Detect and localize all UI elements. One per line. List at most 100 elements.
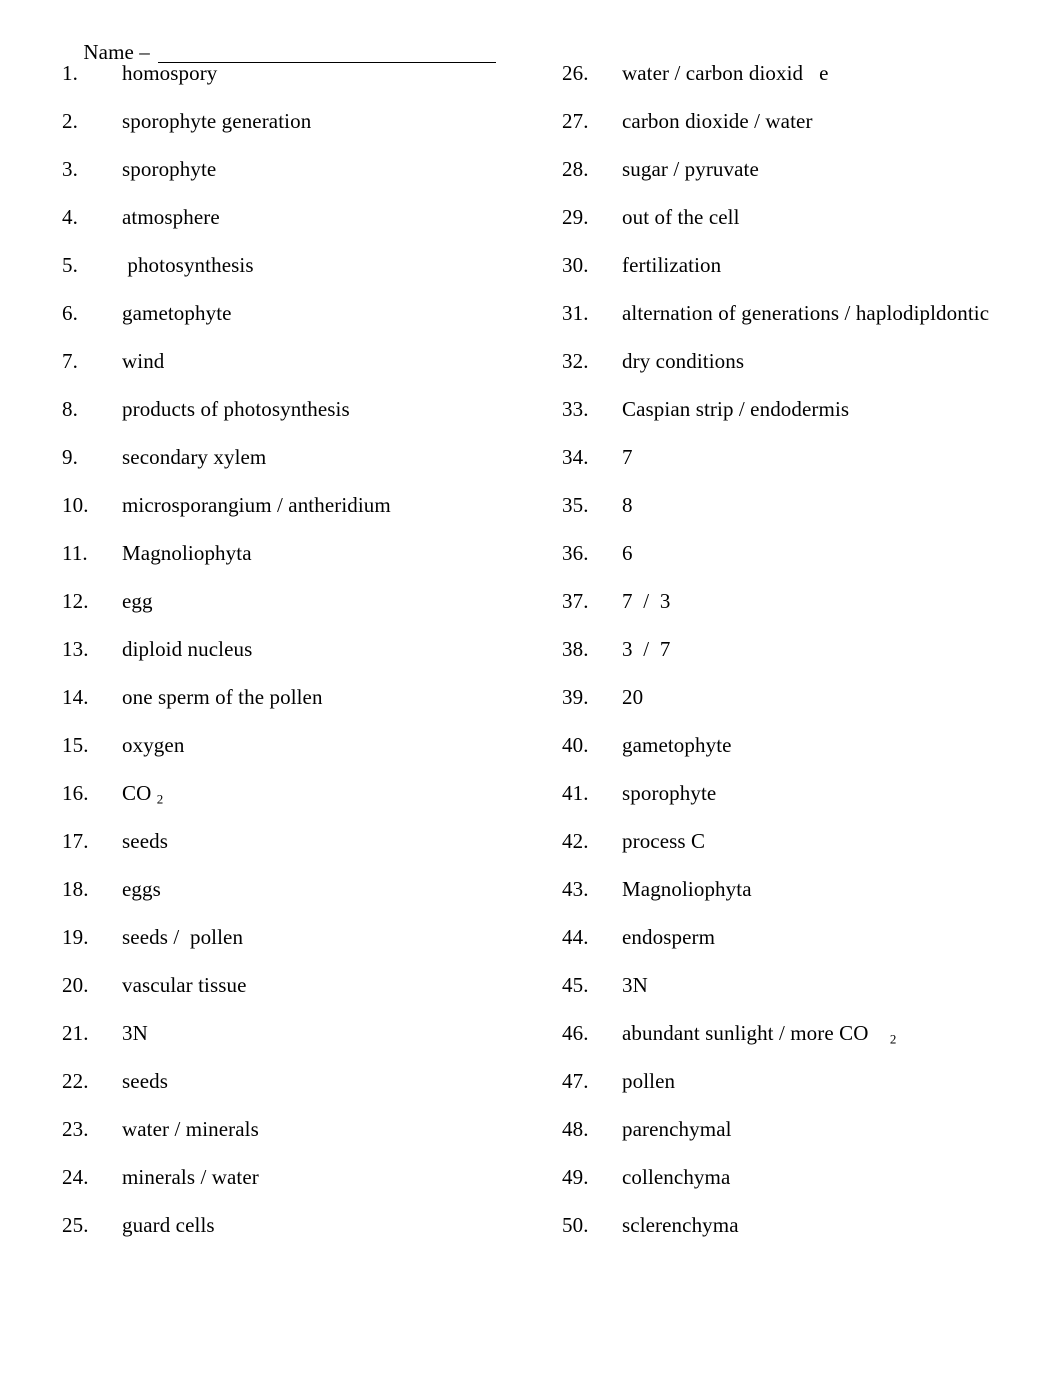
answer-text: guard cells bbox=[122, 1213, 215, 1237]
answer-number: 20. bbox=[62, 973, 89, 997]
answer-row: 18. eggs bbox=[62, 874, 532, 922]
answer-row: 26. water / carbon dioxid e bbox=[562, 58, 1042, 106]
answer-text: sclerenchyma bbox=[622, 1213, 739, 1237]
answer-number: 7. bbox=[62, 349, 78, 373]
answer-number: 8. bbox=[62, 397, 78, 421]
answer-row: 1. homospory bbox=[62, 58, 532, 106]
answer-text: alternation of generations / haplodipldo… bbox=[622, 301, 990, 325]
answer-text: 3 / 7 bbox=[622, 637, 671, 661]
answer-text: photosynthesis bbox=[122, 253, 254, 277]
answer-number: 49. bbox=[562, 1165, 589, 1189]
answer-row: 45. 3N bbox=[562, 970, 1042, 1018]
answer-text: CO 2 bbox=[122, 781, 164, 807]
answer-number: 11. bbox=[62, 541, 88, 565]
answer-number: 43. bbox=[562, 877, 589, 901]
answer-text: pollen bbox=[622, 1069, 676, 1093]
answer-number: 35. bbox=[562, 493, 589, 517]
answer-row: 4. atmosphere bbox=[62, 202, 532, 250]
answer-row: 23. water / minerals bbox=[62, 1114, 532, 1162]
answer-number: 26. bbox=[562, 61, 589, 85]
answer-row: 34. 7 bbox=[562, 442, 1042, 490]
answer-row: 33. Caspian strip / endodermis bbox=[562, 394, 1042, 442]
answer-text: water / minerals bbox=[122, 1117, 259, 1141]
subscript: 2 bbox=[889, 1031, 897, 1047]
answer-number: 34. bbox=[562, 445, 589, 469]
answer-number: 13. bbox=[62, 637, 89, 661]
answer-text: secondary xylem bbox=[122, 445, 267, 469]
answer-row: 24. minerals / water bbox=[62, 1162, 532, 1210]
answer-number: 29. bbox=[562, 205, 589, 229]
answer-row: 40. gametophyte bbox=[562, 730, 1042, 778]
answer-text: seeds bbox=[122, 1069, 168, 1093]
answer-number: 22. bbox=[62, 1069, 89, 1093]
answer-text: out of the cell bbox=[622, 205, 740, 229]
answer-number: 17. bbox=[62, 829, 89, 853]
answer-text: process C bbox=[622, 829, 706, 853]
answer-row: 41. sporophyte bbox=[562, 778, 1042, 826]
answer-number: 42. bbox=[562, 829, 589, 853]
answer-row: 6. gametophyte bbox=[62, 298, 532, 346]
answer-row: 37. 7 / 3 bbox=[562, 586, 1042, 634]
answer-text: 8 bbox=[622, 493, 633, 517]
answer-row: 46. abundant sunlight / more CO 2 bbox=[562, 1018, 1042, 1066]
answers-column-left: 1. homospory 2. sporophyte generation 3. spor… bbox=[62, 58, 532, 1258]
answer-text: endosperm bbox=[622, 925, 716, 949]
answer-number: 5. bbox=[62, 253, 78, 277]
answer-row: 10. microsporangium / antheridium bbox=[62, 490, 532, 538]
answer-number: 48. bbox=[562, 1117, 589, 1141]
answer-text: water / carbon dioxid e bbox=[622, 61, 829, 85]
answer-row: 16. CO 2 bbox=[62, 778, 532, 826]
answer-text: oxygen bbox=[122, 733, 185, 757]
answer-number: 21. bbox=[62, 1021, 89, 1045]
answer-text: dry conditions bbox=[622, 349, 745, 373]
answer-text: diploid nucleus bbox=[122, 637, 253, 661]
answer-number: 47. bbox=[562, 1069, 589, 1093]
answer-row: 47. pollen bbox=[562, 1066, 1042, 1114]
answer-text: 7 bbox=[622, 445, 633, 469]
answer-row: 13. diploid nucleus bbox=[62, 634, 532, 682]
answer-text: eggs bbox=[122, 877, 161, 901]
answer-text: sugar / pyruvate bbox=[622, 157, 759, 181]
answer-text: 6 bbox=[622, 541, 633, 565]
answer-number: 1. bbox=[62, 61, 78, 85]
answer-number: 3. bbox=[62, 157, 78, 181]
answer-row: 50. sclerenchyma bbox=[562, 1210, 1042, 1258]
answer-number: 25. bbox=[62, 1213, 89, 1237]
answer-text: fertilization bbox=[622, 253, 722, 277]
answer-number: 36. bbox=[562, 541, 589, 565]
subscript: 2 bbox=[156, 791, 164, 807]
answer-text: 7 / 3 bbox=[622, 589, 671, 613]
answer-row: 2. sporophyte generation bbox=[62, 106, 532, 154]
answer-row: 7. wind bbox=[62, 346, 532, 394]
answer-number: 50. bbox=[562, 1213, 589, 1237]
answer-row: 35. 8 bbox=[562, 490, 1042, 538]
answer-text: sporophyte bbox=[122, 157, 217, 181]
answer-row: 9. secondary xylem bbox=[62, 442, 532, 490]
answer-text: vascular tissue bbox=[122, 973, 247, 997]
answer-row: 3. sporophyte bbox=[62, 154, 532, 202]
answer-row: 42. process C bbox=[562, 826, 1042, 874]
answer-number: 4. bbox=[62, 205, 78, 229]
answer-row: 44. endosperm bbox=[562, 922, 1042, 970]
answer-row: 12. egg bbox=[62, 586, 532, 634]
answer-row: 21. 3N bbox=[62, 1018, 532, 1066]
answer-number: 40. bbox=[562, 733, 589, 757]
answer-row: 38. 3 / 7 bbox=[562, 634, 1042, 682]
answer-number: 30. bbox=[562, 253, 589, 277]
answer-text: products of photosynthesis bbox=[122, 397, 350, 421]
answer-text: gametophyte bbox=[622, 733, 732, 757]
answer-number: 24. bbox=[62, 1165, 89, 1189]
answer-number: 31. bbox=[562, 301, 589, 325]
answer-text: 3N bbox=[622, 973, 648, 997]
answer-row: 15. oxygen bbox=[62, 730, 532, 778]
answer-row: 27. carbon dioxide / water bbox=[562, 106, 1042, 154]
answer-number: 18. bbox=[62, 877, 89, 901]
answer-text: sporophyte generation bbox=[122, 109, 312, 133]
answer-row: 30. fertilization bbox=[562, 250, 1042, 298]
answer-number: 45. bbox=[562, 973, 589, 997]
answer-number: 6. bbox=[62, 301, 78, 325]
answer-number: 33. bbox=[562, 397, 589, 421]
answer-number: 28. bbox=[562, 157, 589, 181]
answer-row: 32. dry conditions bbox=[562, 346, 1042, 394]
answer-text: gametophyte bbox=[122, 301, 232, 325]
